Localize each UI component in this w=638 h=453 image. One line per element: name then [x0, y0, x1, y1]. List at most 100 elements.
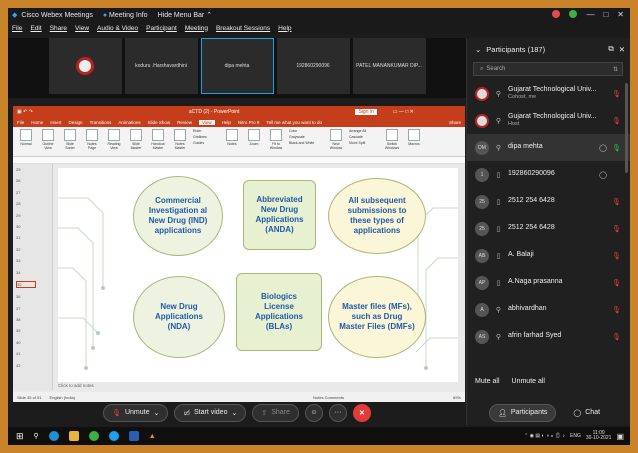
menu-view[interactable]: View	[75, 25, 89, 32]
word-icon[interactable]	[128, 431, 139, 441]
menu-audio-video[interactable]: Audio & Video	[97, 25, 138, 32]
video-thumbnail[interactable]: PATEL MANANKUMAR DIP...	[352, 38, 426, 94]
status-notes-comments: Notes Comments	[313, 394, 344, 400]
close-panel-icon[interactable]: ✕	[619, 45, 625, 54]
chat-bubble-icon[interactable]: ◯	[599, 144, 607, 152]
participant-row[interactable]: 25 ▯ 2512 254 6428 🎙︎	[467, 215, 630, 242]
search-input[interactable]: ⌕ Search ⇅	[473, 62, 623, 76]
microphone-muted-icon[interactable]: 🎙︎	[612, 306, 621, 314]
participant-row[interactable]: 1 ▯ 192860290096 ◯	[467, 161, 630, 188]
slide-number[interactable]: 40	[16, 340, 52, 345]
slide-number[interactable]: 27	[16, 190, 52, 195]
minimize-button[interactable]: —	[586, 10, 594, 19]
slide-number[interactable]: 26	[16, 178, 52, 183]
slide-number[interactable]: 34	[16, 270, 52, 275]
video-thumbnail[interactable]: 192860290096	[276, 38, 350, 94]
close-button[interactable]: ✕	[617, 10, 624, 19]
microphone-muted-icon[interactable]: 🎙︎	[612, 198, 621, 206]
chevron-down-icon: ⌄	[153, 409, 160, 417]
participant-list-scrollbar[interactable]	[625, 83, 628, 173]
show-group: Ruler Gridlines Guides	[193, 129, 219, 145]
slide-number[interactable]: 42	[16, 363, 52, 368]
share-button[interactable]: ⇪ Share	[252, 403, 299, 422]
search-icon[interactable]: ⚲	[34, 432, 39, 440]
slide-number[interactable]: 25	[16, 167, 52, 172]
video-thumbnail[interactable]	[48, 38, 122, 94]
slide-number[interactable]: 39	[16, 328, 52, 333]
participant-row[interactable]: ⚲ Gujarat Technological Univ... Host 🎙︎	[467, 107, 630, 134]
menu-meeting[interactable]: Meeting	[185, 25, 208, 32]
participant-row[interactable]: A ⚲ abhivardhan 🎙︎	[467, 296, 630, 323]
microphone-muted-icon[interactable]: 🎙︎	[612, 90, 621, 98]
chat-bubble-icon[interactable]: ◯	[599, 171, 607, 179]
microphone-muted-icon[interactable]: 🎙︎	[612, 252, 621, 260]
slide-number[interactable]: 29	[16, 213, 52, 218]
participant-row[interactable]: AP ▯ A.Naga prasanna 🎙︎	[467, 269, 630, 296]
popout-icon[interactable]: ⧉	[608, 44, 613, 54]
unmute-all-button[interactable]: Unmute all	[512, 378, 545, 385]
notes-icon	[226, 129, 238, 141]
menu-help[interactable]: Help	[278, 25, 291, 32]
chrome-icon[interactable]	[88, 431, 99, 441]
maximize-button[interactable]: □	[603, 10, 608, 19]
slide-number[interactable]: 30	[16, 224, 52, 229]
menu-share[interactable]: Share	[50, 25, 67, 32]
video-thumbnail[interactable]: koduru .Harshavardhini	[124, 38, 198, 94]
bw-option: Black and White	[289, 141, 315, 145]
fit-window-icon	[270, 129, 282, 141]
participant-row[interactable]: DM ⚲ dipa mehta ◯ 🎙︎	[467, 134, 630, 161]
reactions-button[interactable]: ☺	[304, 403, 323, 422]
slide-number[interactable]: 32	[16, 247, 52, 252]
ribbon-item: New Window	[327, 129, 345, 150]
status-zoom: 69%	[452, 394, 461, 400]
slide-number[interactable]: 35	[16, 280, 36, 288]
microphone-muted-icon[interactable]: 🎙︎	[612, 117, 621, 125]
current-slide: Commercial Investigation al New Drug (IN…	[58, 168, 458, 382]
gridlines-check: Gridlines	[193, 135, 207, 139]
meeting-info-button[interactable]: ● Meeting Info	[103, 12, 148, 19]
edge-icon[interactable]	[48, 431, 59, 441]
windows-start-icon[interactable]: ⊞	[16, 431, 24, 442]
sort-icon[interactable]: ⇅	[613, 66, 618, 73]
microphone-on-icon[interactable]: 🎙︎	[612, 144, 621, 152]
participant-row[interactable]: AS ⚲ afrin farhad Syed 🎙︎	[467, 323, 630, 350]
share-screen-icon: ⇪	[261, 409, 268, 417]
notifications-icon[interactable]: ▣	[616, 432, 624, 441]
chat-tab-button[interactable]: ◯ Chat	[564, 404, 609, 422]
ribbon-item: Slide Sorter	[61, 129, 79, 150]
more-options-button[interactable]: ···	[328, 403, 347, 422]
audio-device-icon: ⚲	[495, 306, 502, 314]
unmute-button[interactable]: 🎙︎ Unmute ⌄	[103, 403, 169, 422]
color-group: Color Grayscale Black and White	[289, 129, 323, 145]
hide-menu-bar-button[interactable]: Hide Menu Bar ⌃	[158, 11, 213, 19]
menu-edit[interactable]: Edit	[30, 25, 41, 32]
webex-taskbar-icon[interactable]	[108, 431, 119, 441]
microphone-muted-icon[interactable]: 🎙︎	[612, 279, 621, 287]
start-video-button[interactable]: ▭̸ Start video ⌄	[174, 403, 247, 422]
collapse-chevron-icon[interactable]: ⌄	[475, 45, 481, 54]
menu-breakout[interactable]: Breakout Sessions	[216, 25, 270, 32]
microphone-muted-icon[interactable]: 🎙︎	[612, 333, 621, 341]
slide-number[interactable]: 41	[16, 351, 52, 356]
participant-row[interactable]: 25 ▯ 2512 254 6428 🎙︎	[467, 188, 630, 215]
slide-number[interactable]: 31	[16, 235, 52, 240]
participant-row[interactable]: AB ▯ A. Balaji 🎙︎	[467, 242, 630, 269]
vlc-icon[interactable]: ▲	[149, 433, 156, 440]
mute-all-button[interactable]: Mute all	[475, 378, 500, 385]
participant-row[interactable]: ⚲ Gujarat Technological Univ... Cohost, me…	[467, 80, 630, 107]
slide-number[interactable]: 38	[16, 317, 52, 322]
microphone-muted-icon[interactable]: 🎙︎	[612, 225, 621, 233]
video-thumbnail-active[interactable]: dipa mehta	[200, 38, 274, 94]
ribbon-item: Reading View	[105, 129, 123, 150]
slide-number[interactable]: 33	[16, 258, 52, 263]
slide-number[interactable]: 36	[16, 294, 52, 299]
leave-meeting-button[interactable]: ✕	[352, 403, 371, 422]
avatar: 25	[475, 221, 489, 236]
slide-number[interactable]: 28	[16, 201, 52, 206]
participants-tab-button[interactable]: 👤︎ Participants	[488, 403, 557, 422]
tray-icons: ⌃ ◉ ▤ ◐ ◑ ◒ 🔋︎ ♪	[524, 433, 566, 439]
slide-number[interactable]: 37	[16, 306, 52, 311]
menu-file[interactable]: File	[12, 25, 22, 32]
file-explorer-icon[interactable]	[68, 431, 79, 441]
menu-participant[interactable]: Participant	[146, 25, 177, 32]
